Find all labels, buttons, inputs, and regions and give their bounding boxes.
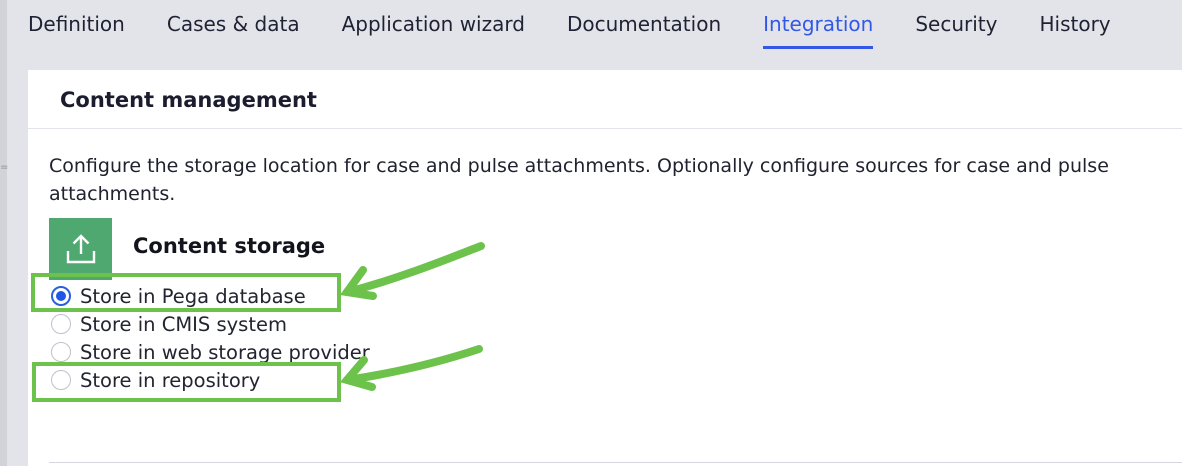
option-label: Store in web storage provider	[80, 340, 370, 364]
highlight-box-repository	[32, 362, 341, 402]
resize-handle-icon[interactable]: =	[0, 163, 8, 175]
content-storage-heading: Content storage	[133, 234, 326, 258]
tab-bar: Definition Cases & data Application wiza…	[7, 0, 1182, 50]
tab-definition[interactable]: Definition	[7, 0, 146, 49]
tab-application-wizard[interactable]: Application wizard	[321, 0, 546, 49]
option-label: Store in CMIS system	[80, 312, 287, 336]
highlight-box-pega-database	[31, 273, 341, 312]
content-management-panel: Content management Configure the storage…	[28, 70, 1182, 466]
option-cmis-system[interactable]: Store in CMIS system	[51, 310, 287, 338]
tab-documentation[interactable]: Documentation	[546, 0, 742, 49]
radio-unselected-icon[interactable]	[51, 314, 71, 334]
panel-title: Content management	[60, 88, 317, 112]
panel-description: Configure the storage location for case …	[49, 155, 1109, 205]
divider	[49, 462, 1182, 463]
tab-history[interactable]: History	[1018, 0, 1131, 49]
tab-integration[interactable]: Integration	[742, 0, 894, 49]
tab-cases-data[interactable]: Cases & data	[146, 0, 321, 49]
upload-icon	[49, 218, 112, 280]
tab-security[interactable]: Security	[894, 0, 1018, 49]
left-edge-strip	[0, 0, 7, 466]
radio-unselected-icon[interactable]	[51, 342, 71, 362]
